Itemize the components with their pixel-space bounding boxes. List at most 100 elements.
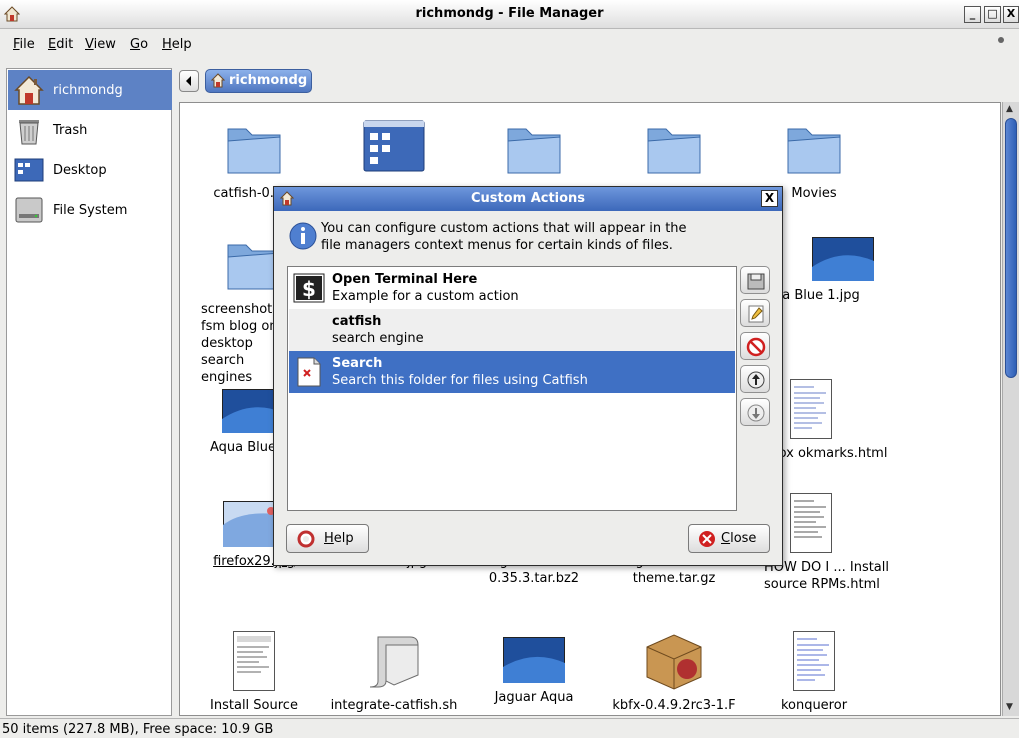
document-icon bbox=[233, 631, 275, 691]
file-item[interactable]: fox okmarks.html bbox=[774, 379, 904, 462]
terminal-icon: $ bbox=[293, 273, 325, 303]
action-name: Open Terminal Here bbox=[332, 272, 478, 287]
harddisk-icon bbox=[13, 194, 45, 226]
delete-action-button[interactable] bbox=[740, 332, 770, 360]
action-description: Example for a custom action bbox=[332, 289, 519, 304]
path-back-button[interactable] bbox=[179, 70, 199, 92]
save-icon bbox=[747, 273, 765, 290]
desktop-folder-icon bbox=[363, 120, 425, 172]
status-text: 50 items (227.8 MB), Free space: 10.9 GB bbox=[2, 722, 274, 737]
throbber-icon bbox=[998, 37, 1004, 43]
file-item[interactable]: integrate-catfish.sh bbox=[324, 631, 464, 714]
file-label: integrate-catfish.sh bbox=[330, 698, 458, 713]
close-window-button[interactable]: X bbox=[1003, 6, 1019, 23]
action-name: Search bbox=[332, 356, 383, 371]
path-button-home[interactable]: richmondg bbox=[205, 69, 312, 93]
help-button[interactable]: Help bbox=[286, 524, 369, 553]
folder-icon bbox=[227, 128, 281, 174]
svg-text:$: $ bbox=[302, 277, 316, 301]
action-description: Search this folder for files using Catfi… bbox=[332, 373, 588, 388]
file-label: HOW DO I ... Install source RPMs.html bbox=[764, 560, 889, 592]
home-icon bbox=[210, 73, 226, 92]
arrow-up-icon bbox=[747, 371, 765, 389]
file-label: Jaguar Aqua bbox=[494, 690, 574, 705]
dialog-description: You can configure custom actions that wi… bbox=[321, 220, 761, 254]
document-icon bbox=[790, 379, 832, 439]
action-row-open-terminal[interactable]: $ Open Terminal Here Example for a custo… bbox=[289, 267, 735, 309]
window-titlebar[interactable]: richmondg - File Manager _ □ X bbox=[0, 0, 1019, 29]
file-item[interactable] bbox=[464, 115, 604, 179]
custom-actions-list[interactable]: $ Open Terminal Here Example for a custo… bbox=[287, 266, 737, 511]
delete-icon bbox=[746, 337, 766, 357]
sidebar-item-trash[interactable]: Trash bbox=[8, 110, 172, 150]
description-line: You can configure custom actions that wi… bbox=[321, 221, 687, 236]
window-title: richmondg - File Manager bbox=[415, 6, 604, 21]
file-label: Install Source bbox=[210, 698, 298, 713]
scrollbar-thumb[interactable] bbox=[1005, 118, 1017, 378]
file-item[interactable]: konqueror bbox=[744, 631, 884, 714]
menu-go[interactable]: Go bbox=[130, 37, 148, 52]
sidebar-item-label: richmondg bbox=[53, 83, 123, 98]
dialog-titlebar[interactable]: Custom Actions X bbox=[274, 187, 782, 211]
maximize-button[interactable]: □ bbox=[984, 6, 1001, 23]
close-button[interactable]: Close bbox=[688, 524, 770, 553]
close-button-label: Close bbox=[721, 531, 757, 546]
vertical-scrollbar[interactable]: ▲ ▼ bbox=[1002, 102, 1019, 716]
edit-action-button[interactable] bbox=[740, 299, 770, 327]
sidebar-item-label: Desktop bbox=[53, 163, 107, 178]
sidebar-item-label: File System bbox=[53, 203, 128, 218]
trash-icon bbox=[13, 114, 45, 146]
close-icon bbox=[699, 531, 715, 547]
file-item[interactable] bbox=[604, 115, 744, 179]
action-row-search[interactable]: Search Search this folder for files usin… bbox=[289, 351, 735, 393]
file-item[interactable] bbox=[324, 115, 464, 179]
file-item[interactable]: HOW DO I ... Install source RPMs.html bbox=[764, 493, 894, 593]
desktop-icon bbox=[13, 154, 45, 186]
action-name: catfish bbox=[332, 314, 382, 329]
menu-file[interactable]: File bbox=[13, 37, 35, 52]
edit-icon bbox=[748, 305, 764, 323]
action-row-catfish[interactable]: catfish search engine bbox=[289, 309, 735, 351]
description-line: file managers context menus for certain … bbox=[321, 238, 673, 253]
action-description: search engine bbox=[332, 331, 424, 346]
search-script-icon bbox=[297, 357, 321, 387]
dialog-close-button[interactable]: X bbox=[761, 190, 778, 207]
custom-actions-dialog: Custom Actions X You can configure custo… bbox=[273, 186, 783, 566]
help-lifebuoy-icon bbox=[297, 530, 315, 548]
arrow-down-icon bbox=[747, 404, 765, 422]
menu-view[interactable]: View bbox=[85, 37, 116, 52]
file-label: fox okmarks.html bbox=[774, 446, 888, 461]
sidebar-places: richmondg Trash Desktop File System bbox=[6, 68, 172, 716]
add-action-button[interactable] bbox=[740, 266, 770, 294]
folder-icon bbox=[787, 128, 841, 174]
scroll-up-icon[interactable]: ▲ bbox=[1006, 104, 1013, 114]
minimize-button[interactable]: _ bbox=[964, 6, 981, 23]
sidebar-item-desktop[interactable]: Desktop bbox=[8, 150, 172, 190]
sidebar-item-home[interactable]: richmondg bbox=[8, 70, 172, 110]
script-icon bbox=[369, 636, 419, 688]
menubar: File Edit View Go Help bbox=[0, 29, 1019, 60]
info-icon bbox=[289, 222, 317, 250]
menu-edit[interactable]: Edit bbox=[48, 37, 73, 52]
path-button-label: richmondg bbox=[229, 73, 308, 88]
statusbar: 50 items (227.8 MB), Free space: 10.9 GB bbox=[0, 718, 1019, 738]
menu-help[interactable]: Help bbox=[162, 37, 192, 52]
move-down-button[interactable] bbox=[740, 398, 770, 426]
file-item[interactable]: Jaguar Aqua bbox=[464, 637, 604, 706]
sidebar-item-label: Trash bbox=[53, 123, 88, 138]
image-icon bbox=[812, 237, 874, 281]
dialog-title: Custom Actions bbox=[470, 191, 586, 206]
move-up-button[interactable] bbox=[740, 365, 770, 393]
file-item[interactable]: Install Source bbox=[184, 631, 324, 714]
file-item[interactable]: ua Blue 1.jpg bbox=[774, 237, 904, 304]
rpm-package-icon bbox=[646, 634, 702, 690]
document-icon bbox=[790, 493, 832, 553]
folder-icon bbox=[507, 128, 561, 174]
help-button-label: Help bbox=[324, 531, 354, 546]
sidebar-item-filesystem[interactable]: File System bbox=[8, 190, 172, 230]
image-icon bbox=[503, 637, 565, 683]
scroll-down-icon[interactable]: ▼ bbox=[1006, 702, 1013, 712]
chevron-left-icon bbox=[186, 76, 191, 86]
file-item[interactable]: kbfx-0.4.9.2rc3-1.F bbox=[604, 631, 744, 714]
file-label: kbfx-0.4.9.2rc3-1.F bbox=[612, 698, 736, 713]
